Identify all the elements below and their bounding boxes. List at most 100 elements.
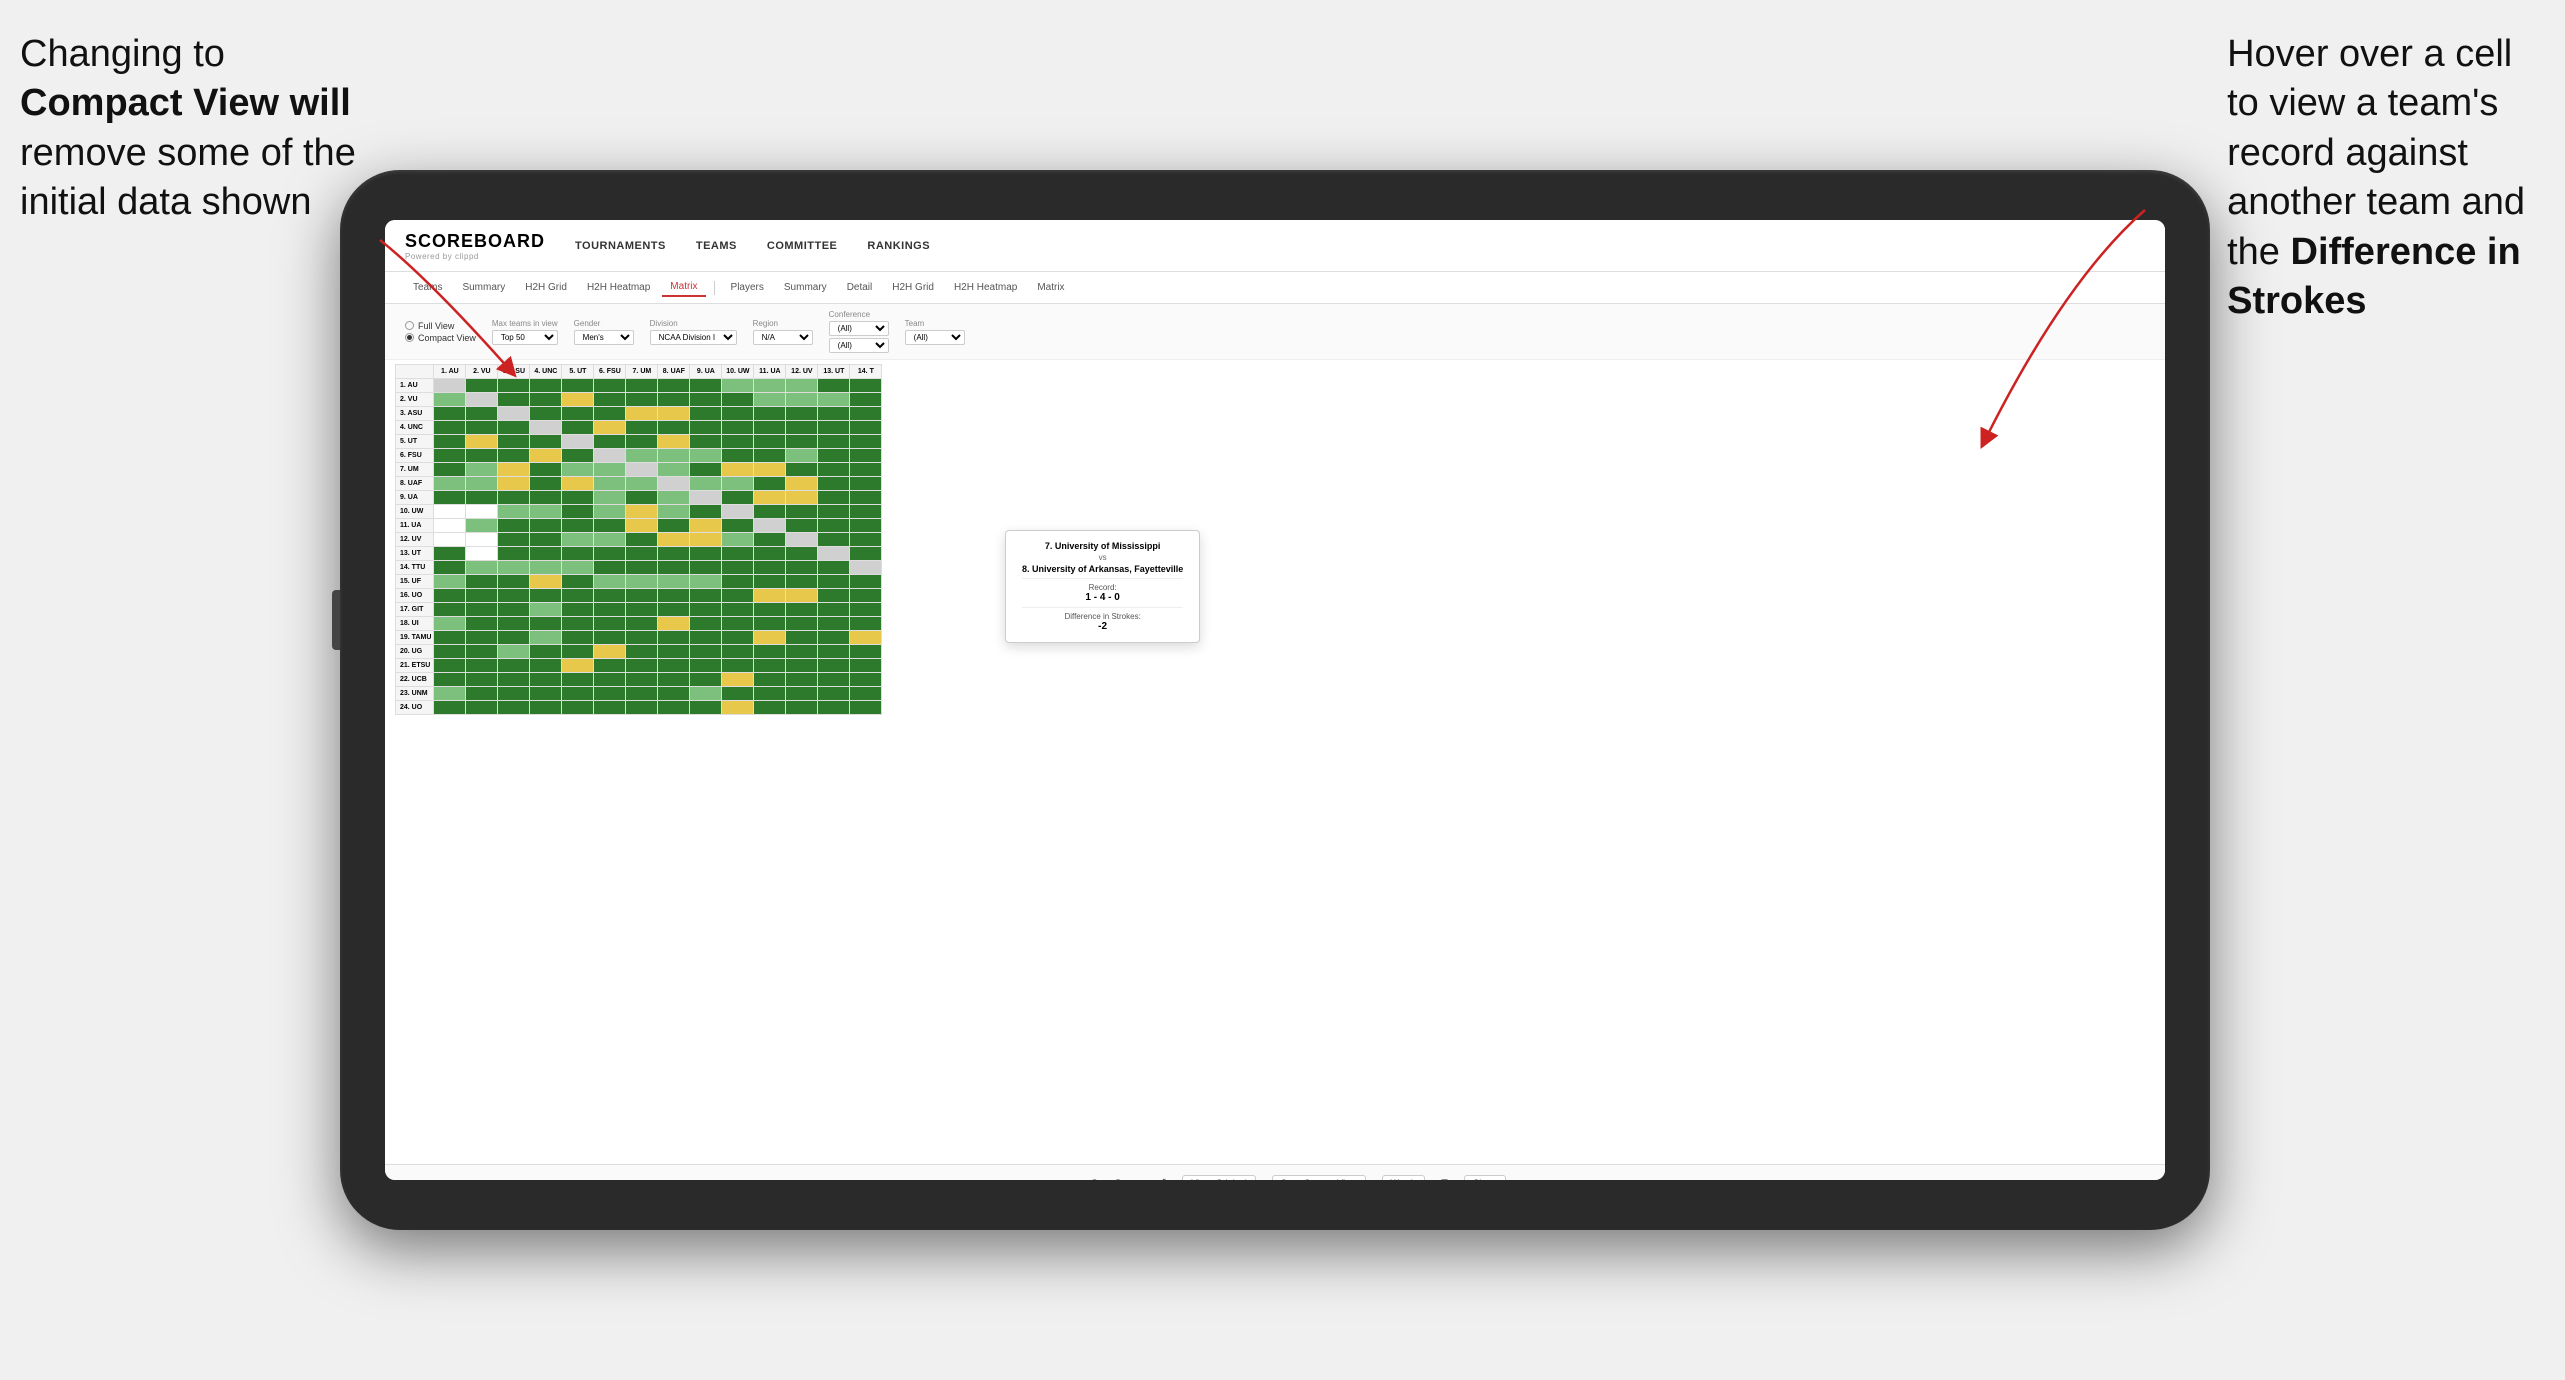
matrix-cell[interactable] [690, 631, 722, 645]
nav-teams[interactable]: TEAMS [696, 236, 737, 256]
matrix-cell[interactable] [562, 379, 594, 393]
matrix-cell[interactable] [818, 505, 850, 519]
matrix-cell[interactable] [690, 547, 722, 561]
matrix-cell[interactable] [658, 659, 690, 673]
matrix-cell[interactable] [722, 687, 754, 701]
matrix-cell[interactable] [594, 659, 626, 673]
matrix-cell[interactable] [786, 603, 818, 617]
matrix-cell[interactable] [530, 645, 562, 659]
matrix-cell[interactable] [722, 617, 754, 631]
matrix-cell[interactable] [786, 617, 818, 631]
matrix-cell[interactable] [786, 393, 818, 407]
matrix-cell[interactable] [594, 463, 626, 477]
matrix-cell[interactable] [818, 379, 850, 393]
layout-btn[interactable]: ⊞ [1441, 1177, 1449, 1180]
matrix-cell[interactable] [690, 645, 722, 659]
matrix-cell[interactable] [562, 589, 594, 603]
matrix-cell[interactable] [434, 547, 466, 561]
matrix-cell[interactable] [498, 379, 530, 393]
matrix-cell[interactable] [626, 561, 658, 575]
subnav-matrix-l[interactable]: Matrix [662, 278, 705, 297]
matrix-cell[interactable] [626, 603, 658, 617]
matrix-cell[interactable] [626, 491, 658, 505]
matrix-cell[interactable] [658, 505, 690, 519]
matrix-cell[interactable] [594, 589, 626, 603]
matrix-cell[interactable] [850, 645, 882, 659]
matrix-cell[interactable] [786, 421, 818, 435]
matrix-cell[interactable] [626, 687, 658, 701]
matrix-cell[interactable] [818, 519, 850, 533]
matrix-cell[interactable] [754, 603, 786, 617]
nav-rankings[interactable]: RANKINGS [867, 236, 930, 256]
matrix-cell[interactable] [722, 603, 754, 617]
matrix-cell[interactable] [434, 379, 466, 393]
matrix-cell[interactable] [434, 603, 466, 617]
matrix-cell[interactable] [498, 491, 530, 505]
matrix-cell[interactable] [562, 463, 594, 477]
matrix-cell[interactable] [786, 407, 818, 421]
matrix-cell[interactable] [786, 673, 818, 687]
matrix-cell[interactable] [786, 519, 818, 533]
matrix-cell[interactable] [754, 477, 786, 491]
matrix-cell[interactable] [466, 379, 498, 393]
matrix-cell[interactable] [466, 435, 498, 449]
matrix-cell[interactable] [530, 687, 562, 701]
matrix-cell[interactable] [818, 435, 850, 449]
matrix-cell[interactable] [786, 533, 818, 547]
matrix-cell[interactable] [690, 659, 722, 673]
matrix-cell[interactable] [466, 547, 498, 561]
matrix-cell[interactable] [818, 589, 850, 603]
matrix-cell[interactable] [754, 687, 786, 701]
matrix-cell[interactable] [530, 379, 562, 393]
matrix-cell[interactable] [658, 407, 690, 421]
matrix-cell[interactable] [754, 673, 786, 687]
matrix-cell[interactable] [434, 505, 466, 519]
matrix-cell[interactable] [722, 659, 754, 673]
matrix-cell[interactable] [754, 407, 786, 421]
matrix-cell[interactable] [498, 673, 530, 687]
matrix-cell[interactable] [818, 575, 850, 589]
matrix-cell[interactable] [626, 575, 658, 589]
matrix-cell[interactable] [690, 589, 722, 603]
matrix-cell[interactable] [498, 631, 530, 645]
matrix-cell[interactable] [530, 603, 562, 617]
matrix-cell[interactable] [786, 561, 818, 575]
matrix-cell[interactable] [850, 477, 882, 491]
matrix-cell[interactable] [658, 561, 690, 575]
matrix-cell[interactable] [434, 575, 466, 589]
matrix-cell[interactable] [754, 645, 786, 659]
matrix-cell[interactable] [498, 505, 530, 519]
matrix-cell[interactable] [594, 477, 626, 491]
radio-full-view[interactable]: Full View [405, 321, 476, 331]
matrix-cell[interactable] [754, 505, 786, 519]
matrix-cell[interactable] [594, 491, 626, 505]
matrix-cell[interactable] [754, 519, 786, 533]
matrix-cell[interactable] [562, 645, 594, 659]
matrix-cell[interactable] [466, 463, 498, 477]
matrix-cell[interactable] [594, 673, 626, 687]
matrix-cell[interactable] [562, 659, 594, 673]
matrix-cell[interactable] [786, 547, 818, 561]
matrix-cell[interactable] [466, 659, 498, 673]
matrix-cell[interactable] [722, 477, 754, 491]
matrix-cell[interactable] [594, 421, 626, 435]
subnav-summary-l[interactable]: Summary [454, 279, 513, 296]
matrix-cell[interactable] [754, 379, 786, 393]
matrix-cell[interactable] [722, 645, 754, 659]
matrix-cell[interactable] [594, 519, 626, 533]
matrix-cell[interactable] [786, 449, 818, 463]
matrix-cell[interactable] [434, 393, 466, 407]
matrix-cell[interactable] [530, 449, 562, 463]
subnav-h2h-heatmap-r[interactable]: H2H Heatmap [946, 279, 1025, 296]
matrix-cell[interactable] [434, 687, 466, 701]
matrix-cell[interactable] [562, 547, 594, 561]
matrix-cell[interactable] [626, 645, 658, 659]
matrix-cell[interactable] [754, 631, 786, 645]
subnav-h2h-grid-l[interactable]: H2H Grid [517, 279, 575, 296]
matrix-cell[interactable] [658, 575, 690, 589]
matrix-cell[interactable] [498, 393, 530, 407]
subnav-teams[interactable]: Teams [405, 279, 450, 296]
matrix-cell[interactable] [722, 407, 754, 421]
matrix-cell[interactable] [530, 463, 562, 477]
matrix-cell[interactable] [498, 435, 530, 449]
